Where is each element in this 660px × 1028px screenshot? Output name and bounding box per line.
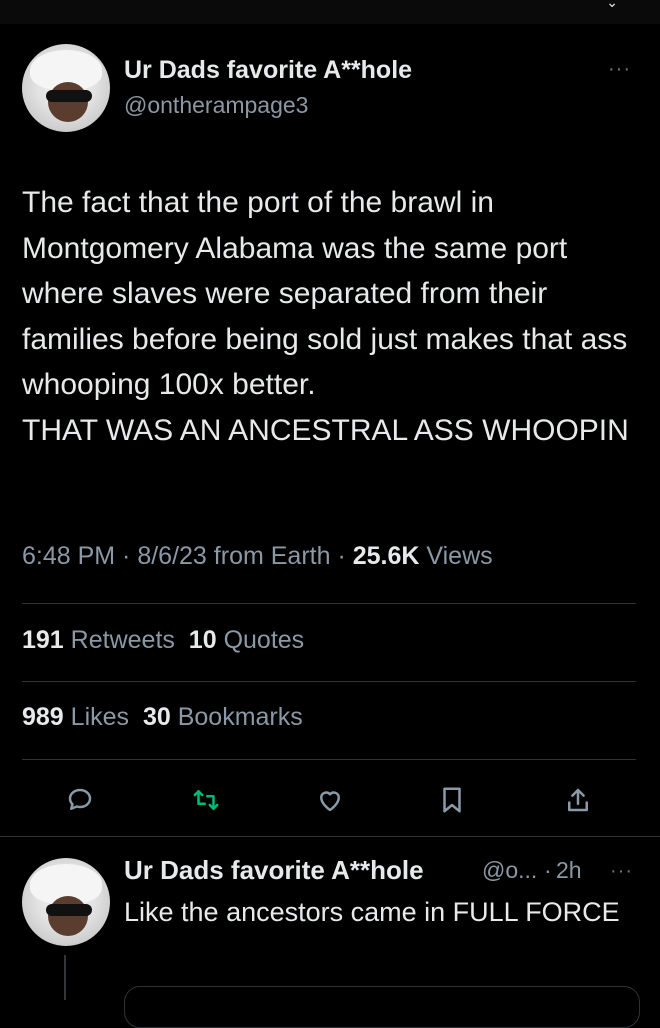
tweet-source: from Earth <box>213 542 331 570</box>
share-button[interactable] <box>558 780 598 820</box>
author-handle[interactable]: @ontherampage3 <box>124 92 308 119</box>
top-bar: ⌄ <box>0 0 660 24</box>
retweet-quote-stats: 191 Retweets 10 Quotes <box>22 626 304 655</box>
chevron-icon[interactable]: ⌄ <box>606 0 618 11</box>
bookmarks-link[interactable]: 30 Bookmarks <box>143 703 303 731</box>
divider <box>22 759 636 760</box>
bookmarks-count: 30 <box>142 703 171 731</box>
quotes-label: Quotes <box>223 626 305 654</box>
retweets-count: 191 <box>22 626 64 654</box>
more-options-icon[interactable]: ··· <box>608 58 631 81</box>
share-icon <box>568 788 588 812</box>
likes-link[interactable]: 989 Likes <box>22 703 129 731</box>
author-name[interactable]: Ur Dads favorite A**hole <box>124 56 412 85</box>
retweets-label: Retweets <box>70 626 175 654</box>
avatar[interactable] <box>22 44 110 132</box>
tweet-meta: 6:48 PM · 8/6/23 from Earth · 25.6K View… <box>22 542 493 570</box>
likes-count: 989 <box>22 703 64 731</box>
divider <box>22 603 636 604</box>
retweets-link[interactable]: 191 Retweets <box>22 626 175 654</box>
reply-text: Like the ancestors came in FULL FORCE <box>124 897 620 927</box>
reply-avatar[interactable] <box>22 858 110 946</box>
retweet-icon <box>193 790 219 810</box>
tweet-time[interactable]: 6:48 PM <box>22 542 115 570</box>
tweet-date[interactable]: 8/6/23 <box>137 542 207 570</box>
reply-author-handle[interactable]: @o... <box>482 857 537 884</box>
action-bar <box>0 780 660 820</box>
bookmarks-label: Bookmarks <box>177 703 303 731</box>
tweet-text: The fact that the port of the brawl in M… <box>22 186 629 447</box>
views-label: Views <box>426 542 493 570</box>
reply-icon <box>68 788 92 810</box>
retweet-button[interactable] <box>186 780 226 820</box>
likes-label: Likes <box>70 703 130 731</box>
reply-age: 2h <box>556 857 582 883</box>
quotes-link[interactable]: 10 Quotes <box>189 626 304 654</box>
quoted-tweet-card[interactable] <box>124 986 640 1028</box>
bookmark-button[interactable] <box>432 780 472 820</box>
quotes-count: 10 <box>188 626 217 654</box>
reply-more-options-icon[interactable]: ··· <box>610 860 633 883</box>
views-count: 25.6K <box>352 542 420 570</box>
thread-line <box>64 955 66 1000</box>
reply-author-name[interactable]: Ur Dads favorite A**hole <box>124 855 424 886</box>
like-bookmark-stats: 989 Likes 30 Bookmarks <box>22 703 303 732</box>
like-icon <box>320 791 340 812</box>
reply-separator: · <box>544 857 552 883</box>
bookmark-icon <box>443 787 461 813</box>
like-button[interactable] <box>310 780 350 820</box>
divider <box>0 836 660 837</box>
divider <box>22 681 636 682</box>
reply-button[interactable] <box>60 780 100 820</box>
